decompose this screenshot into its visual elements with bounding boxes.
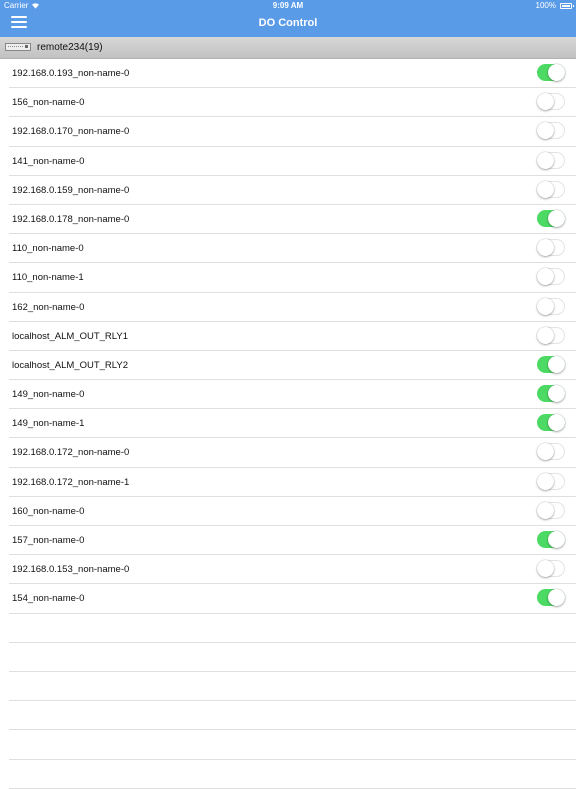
toggle-switch[interactable]: [537, 589, 565, 607]
toggle-knob: [537, 268, 554, 286]
toggle-knob: [548, 209, 565, 227]
toggle-knob: [537, 443, 554, 461]
list-item-label: 110_non-name-1: [12, 272, 84, 284]
toggle-switch[interactable]: [537, 180, 565, 198]
toggle-knob: [537, 122, 554, 140]
toggle-switch[interactable]: [537, 355, 565, 373]
battery-percent: 100%: [535, 1, 556, 10]
toggle-knob: [537, 472, 554, 490]
toggle-knob: [537, 560, 554, 578]
list-item-label: localhost_ALM_OUT_RLY1: [12, 330, 128, 342]
battery-icon: [560, 3, 574, 9]
toggle-switch[interactable]: [537, 560, 565, 578]
list-item: 149_non-name-0: [0, 380, 576, 410]
section-header-label: remote234(19): [37, 42, 103, 53]
list-item: 157_non-name-0: [0, 526, 576, 556]
list-item-label: 149_non-name-1: [12, 418, 85, 430]
list-item: 192.168.0.153_non-name-0: [0, 555, 576, 585]
toggle-knob: [537, 93, 554, 111]
do-control-list: 192.168.0.193_non-name-0 156_non-name-0 19…: [0, 59, 576, 789]
list-item-label: 157_non-name-0: [12, 535, 85, 546]
toggle-switch[interactable]: [537, 239, 565, 257]
list-item-label: 162_non-name-0: [12, 301, 85, 313]
list-item-label: 192.168.0.170_non-name-0: [12, 126, 130, 138]
toggle-switch[interactable]: [537, 385, 565, 403]
list-item-label: 160_non-name-0: [12, 505, 85, 517]
toggle-switch[interactable]: [537, 443, 565, 461]
list-item: 149_non-name-1: [0, 409, 576, 439]
list-item: 110_non-name-0: [0, 234, 576, 264]
toggle-knob: [537, 239, 554, 257]
toggle-knob: [537, 326, 554, 344]
list-item-label: 110_non-name-0: [12, 243, 84, 255]
empty-row: [0, 672, 576, 702]
list-item-label: 149_non-name-0: [12, 389, 85, 401]
empty-row: [0, 643, 576, 673]
list-item: 192.168.0.193_non-name-0: [0, 59, 576, 89]
list-item: 192.168.0.172_non-name-0: [0, 438, 576, 468]
toggle-switch[interactable]: [537, 151, 565, 169]
toggle-knob: [548, 414, 565, 432]
empty-row: [0, 701, 576, 731]
toggle-switch[interactable]: [537, 64, 565, 81]
list-item-label: 192.168.0.178_non-name-0: [12, 213, 130, 225]
toggle-switch[interactable]: [537, 122, 565, 140]
toggle-switch[interactable]: [537, 326, 565, 344]
toggle-knob: [537, 501, 554, 519]
toggle-switch[interactable]: [537, 472, 565, 490]
toggle-knob: [537, 297, 554, 315]
toggle-knob: [537, 151, 554, 169]
toggle-switch[interactable]: [537, 268, 565, 286]
toggle-switch[interactable]: [537, 209, 565, 227]
toggle-switch[interactable]: [537, 414, 565, 432]
list-item: localhost_ALM_OUT_RLY1: [0, 322, 576, 352]
list-item: 110_non-name-1: [0, 263, 576, 293]
list-item: 154_non-name-0: [0, 584, 576, 614]
empty-row: [0, 730, 576, 760]
toggle-knob: [548, 355, 565, 373]
list-item-label: 156_non-name-0: [12, 97, 85, 109]
list-item-label: 192.168.0.153_non-name-0: [12, 564, 130, 576]
toggle-switch[interactable]: [537, 297, 565, 315]
navigation-bar: Carrier 9:09 AM 100% DO Control: [0, 0, 576, 37]
toggle-knob: [537, 180, 554, 198]
list-item: 162_non-name-0: [0, 293, 576, 322]
section-header-remote[interactable]: remote234(19): [0, 37, 576, 59]
list-item: 192.168.0.159_non-name-0: [0, 176, 576, 206]
status-time: 9:09 AM: [272, 1, 304, 10]
toggle-knob: [548, 531, 565, 548]
list-item: 192.168.0.178_non-name-0: [0, 205, 576, 235]
list-item: 156_non-name-0: [0, 88, 576, 118]
page-title: DO Control: [258, 17, 318, 29]
list-item-label: 192.168.0.159_non-name-0: [12, 184, 130, 196]
list-item-label: 141_non-name-0: [12, 155, 85, 167]
list-item: 141_non-name-0: [0, 147, 576, 176]
toggle-switch[interactable]: [537, 531, 565, 548]
list-item-label: 192.168.0.172_non-name-1: [12, 476, 130, 488]
toggle-switch[interactable]: [537, 501, 565, 519]
list-item-label: 192.168.0.193_non-name-0: [12, 68, 130, 79]
toggle-knob: [548, 64, 565, 81]
list-item: localhost_ALM_OUT_RLY2: [0, 351, 576, 381]
empty-row: [0, 760, 576, 789]
empty-row: [0, 614, 576, 643]
list-item-label: 192.168.0.172_non-name-0: [12, 447, 130, 459]
toggle-switch[interactable]: [537, 93, 565, 111]
list-item: 192.168.0.172_non-name-1: [0, 468, 576, 498]
list-item-label: localhost_ALM_OUT_RLY2: [12, 359, 128, 371]
toggle-knob: [548, 589, 565, 607]
list-item-label: 154_non-name-0: [12, 593, 85, 605]
toggle-knob: [548, 385, 565, 403]
list-item: 160_non-name-0: [0, 497, 576, 527]
list-item: 192.168.0.170_non-name-0: [0, 117, 576, 147]
device-icon: [5, 43, 31, 51]
status-bar: Carrier 9:09 AM 100%: [0, 0, 576, 12]
